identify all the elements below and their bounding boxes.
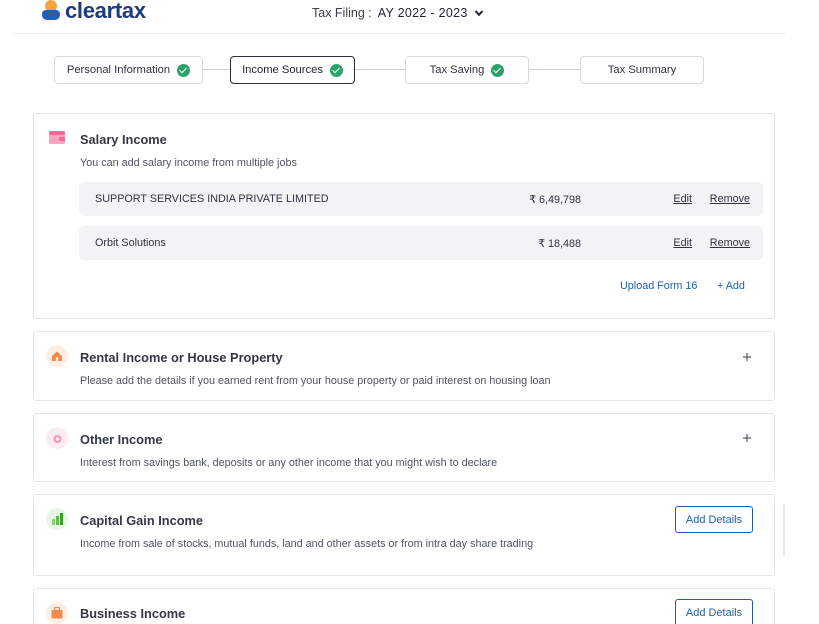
filing-stepper: Personal Information Income Sources Tax … xyxy=(54,56,704,84)
check-circle-icon xyxy=(329,63,343,77)
salary-amount: ₹ 18,488 xyxy=(538,238,581,250)
other-income-title: Other Income xyxy=(80,432,163,447)
header-divider xyxy=(14,33,785,34)
business-add-details-button[interactable]: Add Details xyxy=(675,599,753,624)
remove-link[interactable]: Remove xyxy=(710,237,750,249)
step-tax-saving[interactable]: Tax Saving xyxy=(405,56,529,84)
briefcase-icon xyxy=(46,602,68,624)
logo-text: cleartax xyxy=(65,0,146,23)
check-circle-icon xyxy=(491,63,505,77)
salary-row: SUPPORT SERVICES INDIA PRIVATE LIMITED ₹… xyxy=(79,182,763,216)
step-label: Tax Saving xyxy=(429,64,485,76)
cleartax-mascot-icon xyxy=(42,0,62,22)
salary-income-description: You can add salary income from multiple … xyxy=(80,157,297,169)
employer-name: SUPPORT SERVICES INDIA PRIVATE LIMITED xyxy=(95,193,329,205)
step-connector xyxy=(528,69,580,70)
chevron-down-icon xyxy=(474,10,483,17)
step-label: Income Sources xyxy=(242,64,323,76)
salary-row: Orbit Solutions ₹ 18,488 Edit Remove xyxy=(79,226,763,260)
step-label: Tax Summary xyxy=(607,64,677,76)
step-connector xyxy=(203,69,231,70)
coin-icon xyxy=(46,427,68,449)
rental-income-card[interactable]: Rental Income or House Property Please a… xyxy=(33,331,775,401)
assessment-year-value: AY 2022 - 2023 xyxy=(377,6,468,20)
add-salary-link[interactable]: + Add xyxy=(717,280,745,292)
salary-amount: ₹ 6,49,798 xyxy=(529,194,581,206)
step-tax-summary[interactable]: Tax Summary xyxy=(580,56,704,84)
plus-icon[interactable] xyxy=(740,350,754,364)
other-income-description: Interest from savings bank, deposits or … xyxy=(80,457,498,469)
rental-income-description: Please add the details if you earned ren… xyxy=(80,375,551,387)
wallet-icon xyxy=(49,131,65,144)
house-icon xyxy=(46,345,68,367)
salary-income-card: Salary Income You can add salary income … xyxy=(33,113,775,319)
business-income-title: Business Income xyxy=(80,606,186,621)
bar-growth-icon xyxy=(46,508,68,530)
scrollbar[interactable] xyxy=(783,504,785,556)
employer-name: Orbit Solutions xyxy=(95,237,166,249)
edit-link[interactable]: Edit xyxy=(673,193,692,205)
business-income-card: Business Income Add Details xyxy=(33,588,775,624)
tax-filing-label: Tax Filing : xyxy=(312,6,372,20)
upload-form16-link[interactable]: Upload Form 16 xyxy=(620,280,697,292)
salary-income-title: Salary Income xyxy=(80,132,167,147)
rental-income-title: Rental Income or House Property xyxy=(80,350,283,365)
edit-link[interactable]: Edit xyxy=(673,237,692,249)
capital-gain-description: Income from sale of stocks, mutual funds… xyxy=(80,538,534,550)
step-income-sources[interactable]: Income Sources xyxy=(230,56,355,84)
capital-gain-income-card: Capital Gain Income Income from sale of … xyxy=(33,494,775,576)
step-label: Personal Information xyxy=(66,64,171,76)
capital-gain-title: Capital Gain Income xyxy=(80,513,204,528)
remove-link[interactable]: Remove xyxy=(710,193,750,205)
plus-icon[interactable] xyxy=(740,431,754,445)
cleartax-logo[interactable]: cleartax xyxy=(42,0,146,24)
step-personal-information[interactable]: Personal Information xyxy=(54,56,203,84)
other-income-card[interactable]: Other Income Interest from savings bank,… xyxy=(33,413,775,482)
step-connector xyxy=(354,69,406,70)
tax-filing-year-selector[interactable]: Tax Filing : AY 2022 - 2023 xyxy=(312,6,484,20)
check-circle-icon xyxy=(177,63,191,77)
capital-gain-add-details-button[interactable]: Add Details xyxy=(675,506,753,533)
